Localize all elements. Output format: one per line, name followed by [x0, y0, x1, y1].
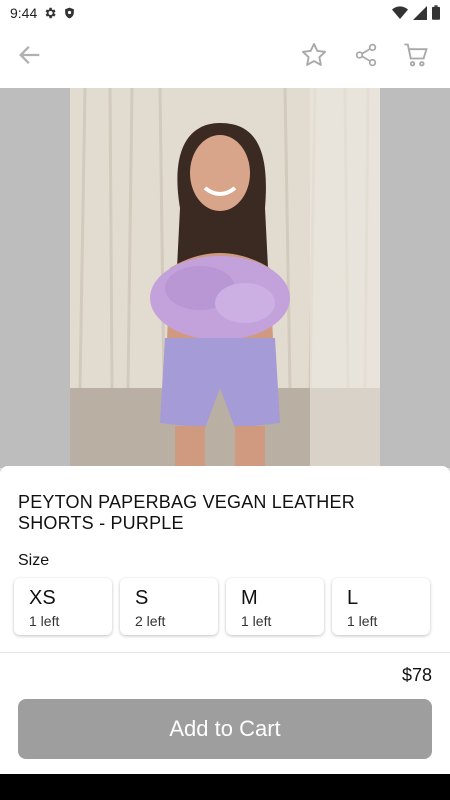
signal-icon — [413, 5, 427, 25]
product-image-gallery[interactable] — [0, 88, 450, 468]
size-option-m[interactable]: M 1 left — [226, 578, 324, 635]
cart-button[interactable] — [400, 41, 432, 73]
status-time: 9:44 — [10, 5, 38, 21]
size-option-xs[interactable]: XS 1 left — [14, 578, 112, 635]
size-section-label: Size — [18, 552, 50, 569]
size-options: XS 1 left S 2 left M 1 left L 1 left — [14, 578, 430, 635]
size-name: L — [347, 587, 359, 609]
share-icon — [353, 42, 379, 73]
size-stock: 2 left — [135, 613, 166, 629]
star-icon — [300, 41, 328, 74]
shield-icon — [63, 6, 76, 20]
wifi-icon — [392, 5, 408, 25]
product-detail-sheet: PEYTON PAPERBAG VEGAN LEATHER SHORTS - P… — [0, 466, 450, 776]
top-toolbar — [0, 26, 450, 89]
product-price: $78 — [401, 665, 432, 685]
size-option-s[interactable]: S 2 left — [120, 578, 218, 635]
back-button[interactable] — [14, 41, 46, 73]
settings-gear-icon — [43, 6, 57, 20]
battery-icon — [432, 5, 440, 25]
size-stock: 1 left — [241, 613, 272, 629]
size-option-l[interactable]: L 1 left — [332, 578, 430, 635]
divider — [0, 652, 450, 653]
product-title: PEYTON PAPERBAG VEGAN LEATHER SHORTS - P… — [18, 492, 355, 533]
size-name: XS — [29, 587, 56, 609]
size-stock: 1 left — [347, 613, 378, 629]
favorite-button[interactable] — [298, 41, 330, 73]
product-photo — [70, 88, 380, 468]
size-stock: 1 left — [29, 613, 60, 629]
status-bar: 9:44 — [0, 0, 450, 26]
system-navigation-bar — [0, 774, 450, 800]
add-to-cart-button[interactable]: Add to Cart — [18, 699, 432, 759]
arrow-left-icon — [16, 41, 44, 74]
share-button[interactable] — [350, 41, 382, 73]
cart-icon — [402, 41, 430, 74]
size-name: M — [241, 587, 258, 609]
size-name: S — [135, 587, 149, 609]
